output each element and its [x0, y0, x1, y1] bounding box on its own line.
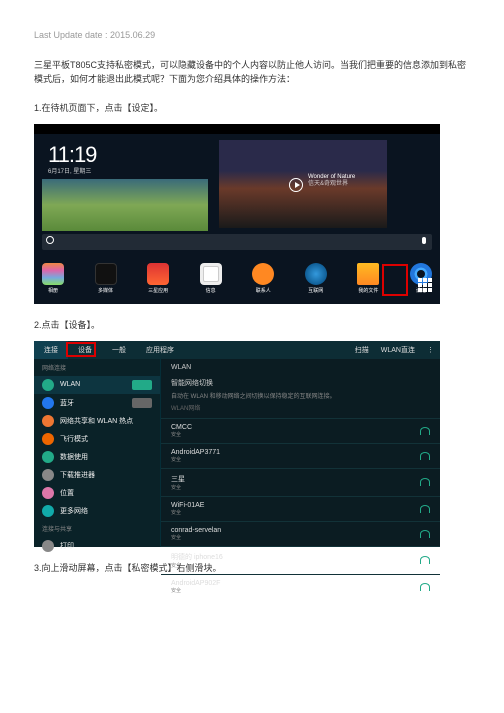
sidebar-airplane[interactable]: 飞行模式 — [34, 430, 160, 448]
sidebar-wlan[interactable]: WLAN — [34, 376, 160, 394]
wifi-signal-icon — [420, 556, 430, 564]
network-row[interactable]: AndroidAP902F安全 — [161, 574, 440, 599]
network-row[interactable]: CMCC安全 — [161, 418, 440, 443]
tab-general[interactable]: 一般 — [102, 341, 136, 359]
wlan-toggle[interactable] — [132, 380, 152, 390]
sidebar-data[interactable]: 数据使用 — [34, 448, 160, 466]
dock: 相册 多媒体 三星应用 信息 联系人 互联网 我的文件 设定 — [42, 263, 432, 294]
wlan-icon — [42, 379, 54, 391]
settings-sidebar: 网络连接 WLAN 蓝牙 网络共享和 WLAN 热点 飞行模式 数据使用 下载推… — [34, 359, 160, 547]
hotspot-icon — [42, 415, 54, 427]
network-row[interactable]: conrad-servelan安全 — [161, 521, 440, 546]
sidebar-location[interactable]: 位置 — [34, 484, 160, 502]
weather-panel[interactable] — [42, 179, 208, 231]
data-icon — [42, 451, 54, 463]
sidebar-section-header-2: 连接与共享 — [34, 520, 160, 537]
networks-header: WLAN网络 — [161, 405, 440, 417]
intro-text: 三星平板T805C支持私密模式，可以隐藏设备中的个人内容以防止他人访问。当我们把… — [34, 58, 470, 87]
sidebar-section-header: 网络连接 — [34, 359, 160, 376]
step-2-text: 2.点击【设备】。 — [34, 318, 470, 331]
browser-icon — [305, 263, 327, 285]
wlan-direct-button[interactable]: WLAN直连 — [381, 345, 415, 355]
network-row[interactable]: 明德的 iphone16安全 — [161, 546, 440, 574]
bluetooth-icon — [42, 397, 54, 409]
dock-store[interactable]: 三星应用 — [147, 263, 169, 294]
dock-msg[interactable]: 信息 — [200, 263, 222, 294]
dock-browser[interactable]: 互联网 — [305, 263, 327, 294]
more-net-icon — [42, 505, 54, 517]
sidebar-print[interactable]: 打印 — [34, 537, 160, 555]
video-title: Wonder of Nature 信天&奇观世界 — [308, 174, 355, 188]
download-icon — [42, 469, 54, 481]
scan-button[interactable]: 扫描 — [355, 345, 369, 355]
store-icon — [147, 263, 169, 285]
more-icon[interactable]: ⋮ — [427, 346, 434, 354]
highlight-settings — [382, 264, 408, 296]
settings-tabs: 连接 设备 一般 应用程序 扫描 WLAN直连 ⋮ — [34, 341, 440, 359]
apps-drawer-icon[interactable] — [418, 278, 432, 292]
location-icon — [42, 487, 54, 499]
wifi-signal-icon — [420, 530, 430, 538]
tab-apps[interactable]: 应用程序 — [136, 341, 184, 359]
airplane-icon — [42, 433, 54, 445]
wifi-signal-icon — [420, 478, 430, 486]
network-row[interactable]: 三星安全 — [161, 468, 440, 496]
step-1-text: 1.在待机页面下，点击【设定】。 — [34, 101, 470, 114]
sidebar-download[interactable]: 下载推进器 — [34, 466, 160, 484]
play-icon[interactable] — [289, 178, 303, 192]
gallery-icon — [42, 263, 64, 285]
settings-main: WLAN 智能网络切换 自动在 WLAN 和移动网络之间切换以保持稳定的互联网连… — [160, 359, 440, 547]
network-row[interactable]: WiFi-01AE安全 — [161, 496, 440, 521]
dock-gallery[interactable]: 相册 — [42, 263, 64, 294]
homescreen-screenshot: 11:19 6月17日, 星期三 Wonder of Nature 信天&奇观世… — [34, 124, 440, 304]
sidebar-hotspot[interactable]: 网络共享和 WLAN 热点 — [34, 412, 160, 430]
dock-contacts[interactable]: 联系人 — [252, 263, 274, 294]
video-panel[interactable] — [219, 140, 387, 228]
clock-date: 6月17日, 星期三 — [48, 166, 91, 175]
wifi-signal-icon — [420, 427, 430, 435]
message-icon — [200, 263, 222, 285]
mic-icon[interactable] — [422, 237, 426, 244]
sidebar-more[interactable]: 更多网络 — [34, 502, 160, 520]
wifi-signal-icon — [420, 505, 430, 513]
wlan-title: WLAN — [161, 359, 440, 376]
settings-screenshot: 连接 设备 一般 应用程序 扫描 WLAN直连 ⋮ 网络连接 WLAN 蓝牙 网… — [34, 341, 440, 547]
search-bar[interactable] — [42, 234, 432, 250]
files-icon — [357, 263, 379, 285]
dock-media[interactable]: 多媒体 — [95, 263, 117, 294]
smart-switch-title[interactable]: 智能网络切换 — [161, 376, 440, 393]
wifi-signal-icon — [420, 583, 430, 591]
dock-files[interactable]: 我的文件 — [357, 263, 379, 294]
sidebar-bluetooth[interactable]: 蓝牙 — [34, 394, 160, 412]
contacts-icon — [252, 263, 274, 285]
highlight-device-tab — [66, 342, 96, 357]
network-row[interactable]: AndroidAP3771安全 — [161, 443, 440, 468]
status-bar — [34, 124, 440, 134]
smart-switch-sub: 自动在 WLAN 和移动网络之间切换以保持稳定的互联网连接。 — [161, 393, 440, 405]
wifi-signal-icon — [420, 452, 430, 460]
clock-time: 11:19 — [48, 142, 96, 168]
tab-connections[interactable]: 连接 — [34, 341, 68, 359]
bluetooth-toggle[interactable] — [132, 398, 152, 408]
last-update-date: Last Update date : 2015.06.29 — [34, 30, 470, 40]
print-icon — [42, 540, 54, 552]
search-icon — [46, 236, 54, 244]
media-icon — [95, 263, 117, 285]
